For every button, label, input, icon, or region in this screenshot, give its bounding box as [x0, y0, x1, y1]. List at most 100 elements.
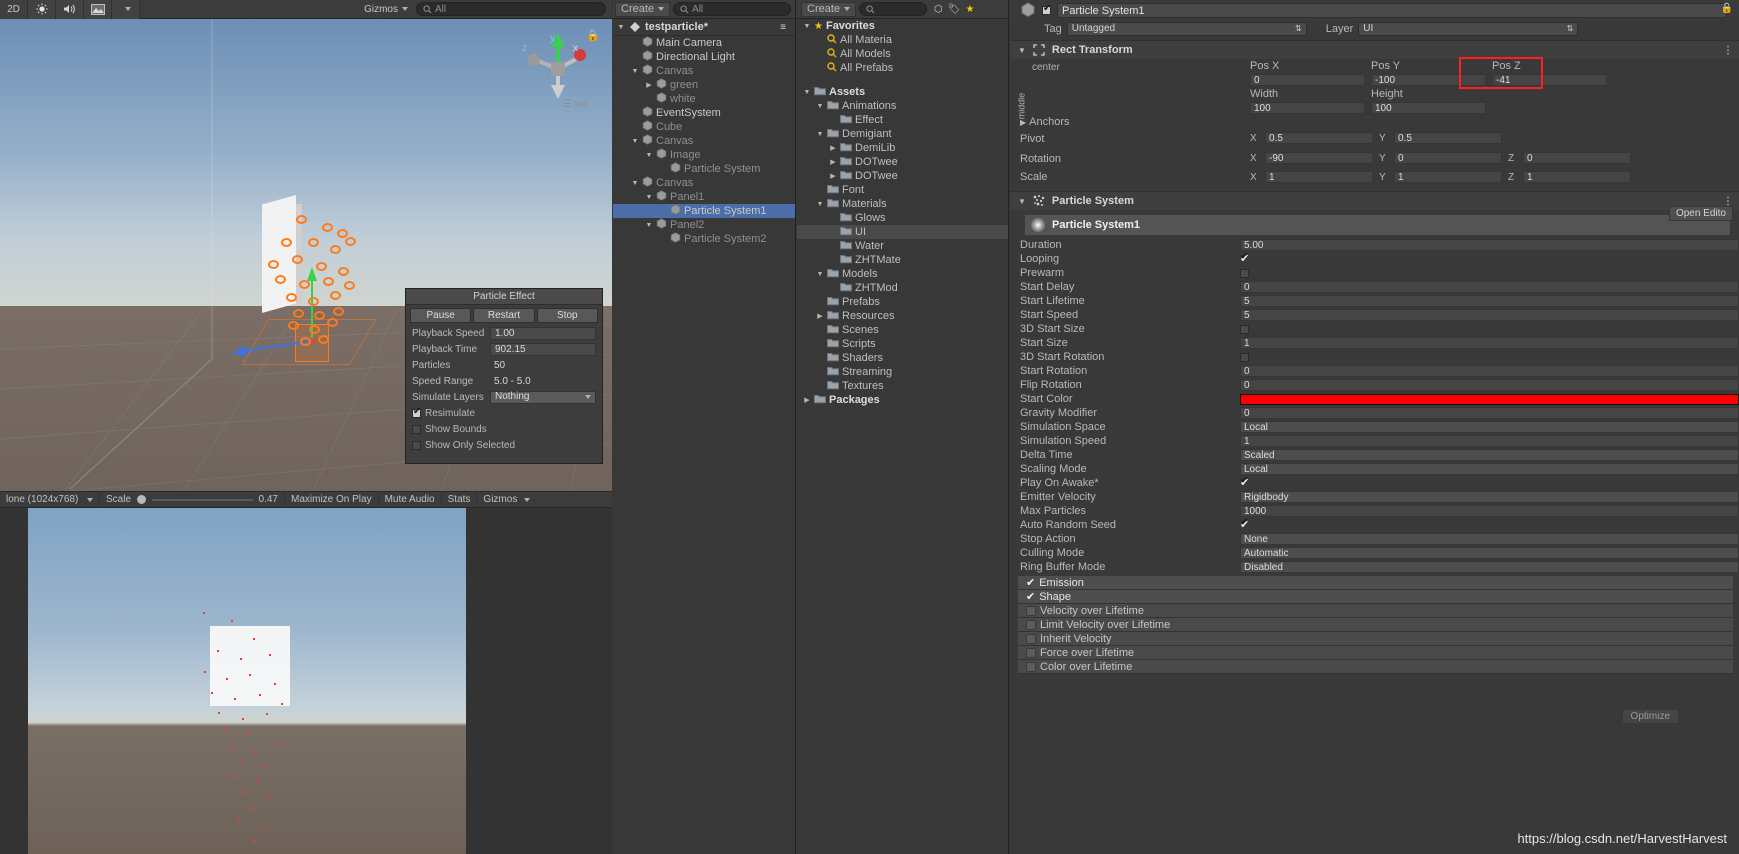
pivot-y-input[interactable]: 0.5 [1394, 132, 1502, 144]
particle-property-input[interactable]: 0 [1240, 281, 1739, 293]
project-tree-item[interactable]: ▼ ★ Favorites [797, 19, 1008, 33]
scale-slider-track[interactable] [152, 498, 253, 501]
project-tree-item[interactable]: ▶ DemiLib [797, 141, 1008, 155]
chevron-right-icon[interactable]: ▶ [829, 144, 837, 152]
particle-property-input[interactable]: 0 [1240, 365, 1739, 377]
scale-slider-handle[interactable] [137, 495, 147, 504]
rect-transform-header[interactable]: ▼ Rect Transform ⋮ [1010, 40, 1739, 59]
particle-module-checkbox[interactable] [1026, 605, 1036, 616]
rotation-y-input[interactable]: 0 [1394, 152, 1502, 164]
scene-fx-dropdown[interactable] [112, 0, 140, 19]
show-only-selected-checkbox[interactable] [412, 440, 421, 450]
project-tree-item[interactable]: ▼ Models [797, 267, 1008, 281]
particle-property-input[interactable]: 5.00 [1240, 239, 1739, 251]
particle-property-input[interactable]: 5 [1240, 309, 1739, 321]
project-tree-item[interactable]: UI [797, 225, 1008, 239]
project-tree-item[interactable]: Prefabs [797, 295, 1008, 309]
show-only-selected-row[interactable]: Show Only Selected [406, 437, 602, 453]
hierarchy-item[interactable]: EventSystem [613, 106, 795, 120]
particle-pause-button[interactable]: Pause [410, 308, 472, 323]
particle-module-row[interactable]: ✔ Shape [1018, 590, 1733, 604]
hierarchy-item[interactable]: Cube [613, 120, 795, 134]
particle-module-checkbox[interactable] [1026, 633, 1036, 644]
project-tree-item[interactable]: Shaders [797, 351, 1008, 365]
playback-speed-input[interactable]: 1.00 [490, 326, 596, 340]
hierarchy-item[interactable]: ▼ Panel1 [613, 190, 795, 204]
particle-property-dropdown[interactable]: Disabled [1240, 561, 1739, 573]
chevron-right-icon[interactable]: ▶ [1020, 118, 1026, 127]
width-input[interactable]: 100 [1250, 102, 1365, 114]
rect-transform-menu-icon[interactable]: ⋮ [1723, 45, 1733, 56]
hierarchy-item[interactable]: ▼ Canvas [613, 134, 795, 148]
particle-module-checkbox[interactable] [1026, 661, 1036, 672]
particle-module-title-bar[interactable]: Particle System1 [1024, 214, 1731, 236]
game-view[interactable]: 效果就是粒子在上面，反之在下面 [0, 508, 612, 854]
particle-property-checkbox[interactable] [1240, 352, 1249, 362]
project-tree-item[interactable]: ▶ DOTwee [797, 169, 1008, 183]
chevron-down-icon[interactable]: ▼ [645, 194, 653, 201]
project-tree-item[interactable]: ▼ Materials [797, 197, 1008, 211]
height-input[interactable]: 100 [1371, 102, 1486, 114]
particle-property-checkbox[interactable] [1240, 268, 1249, 278]
hierarchy-item[interactable]: Main Camera [613, 36, 795, 50]
particle-property-dropdown[interactable]: Local [1240, 421, 1739, 433]
particle-system-menu-icon[interactable]: ⋮ [1723, 196, 1733, 207]
particle-module-checkbox[interactable]: ✔ [1026, 590, 1035, 603]
project-tree-item[interactable]: Scripts [797, 337, 1008, 351]
project-tree-item[interactable]: Textures [797, 379, 1008, 393]
project-tree-item[interactable]: All Materia [797, 33, 1008, 47]
hierarchy-item[interactable]: ▼ Canvas [613, 64, 795, 78]
gameobject-enabled-checkbox[interactable] [1042, 3, 1051, 15]
particle-property-input[interactable]: 1000 [1240, 505, 1739, 517]
particle-property-dropdown[interactable]: Local [1240, 463, 1739, 475]
chevron-down-icon[interactable]: ▼ [1018, 46, 1026, 55]
rotation-z-input[interactable]: 0 [1523, 152, 1631, 164]
scene-lock-icon[interactable]: 🔒 [586, 29, 600, 42]
chevron-down-icon[interactable]: ▼ [1018, 197, 1026, 206]
particle-property-input[interactable]: 0 [1240, 407, 1739, 419]
particle-property-checkbox[interactable]: ✔ [1240, 517, 1249, 531]
layer-dropdown[interactable]: UI ⇅ [1358, 21, 1579, 36]
chevron-down-icon[interactable]: ▼ [617, 24, 625, 31]
particle-module-row[interactable]: Force over Lifetime [1018, 646, 1733, 660]
chevron-down-icon[interactable]: ▼ [645, 222, 653, 229]
chevron-down-icon[interactable]: ▼ [816, 131, 824, 138]
chevron-down-icon[interactable]: ▼ [631, 138, 639, 145]
project-tree-item[interactable]: All Prefabs [797, 61, 1008, 75]
particle-property-dropdown[interactable]: Scaled [1240, 449, 1739, 461]
show-bounds-row[interactable]: Show Bounds [406, 421, 602, 437]
hierarchy-item[interactable]: Particle System1 [613, 204, 795, 218]
particle-module-row[interactable]: Color over Lifetime [1018, 660, 1733, 674]
project-tree-item[interactable] [797, 75, 1008, 85]
start-color-swatch[interactable] [1240, 393, 1739, 405]
chevron-down-icon[interactable]: ▼ [645, 152, 653, 159]
hierarchy-search-input[interactable]: All [673, 2, 791, 16]
hierarchy-item[interactable]: Particle System2 [613, 232, 795, 246]
chevron-right-icon[interactable]: ▶ [829, 172, 837, 180]
scale-y-input[interactable]: 1 [1394, 171, 1502, 183]
scale-z-input[interactable]: 1 [1523, 171, 1631, 183]
hierarchy-item[interactable]: Particle System [613, 162, 795, 176]
particle-module-row[interactable]: ✔ Emission [1018, 576, 1733, 590]
resimulate-row[interactable]: Resimulate [406, 405, 602, 421]
project-tree-item[interactable]: ZHTMod [797, 281, 1008, 295]
chevron-right-icon[interactable]: ▶ [829, 158, 837, 166]
chevron-right-icon[interactable]: ▶ [816, 312, 824, 320]
chevron-right-icon[interactable]: ▶ [645, 81, 653, 89]
project-tree-item[interactable]: ▶ Resources [797, 309, 1008, 323]
scale-x-input[interactable]: 1 [1265, 171, 1373, 183]
particle-property-checkbox[interactable]: ✔ [1240, 251, 1249, 265]
chevron-down-icon[interactable]: ▼ [631, 68, 639, 75]
project-filter-label-icon[interactable]: 🏷 [948, 4, 961, 15]
project-tree-item[interactable]: ▼ Assets [797, 85, 1008, 99]
maximize-on-play-toggle[interactable]: Maximize On Play [285, 491, 379, 508]
particle-module-row[interactable]: Limit Velocity over Lifetime [1018, 618, 1733, 632]
project-tree-item[interactable]: Streaming [797, 365, 1008, 379]
project-tree-item[interactable]: Font [797, 183, 1008, 197]
scene-search-input[interactable]: All [416, 2, 606, 16]
particle-property-dropdown[interactable]: Automatic [1240, 547, 1739, 559]
chevron-down-icon[interactable]: ▼ [803, 23, 811, 30]
anchors-foldout[interactable]: ▶ Anchors [1020, 116, 1070, 128]
hierarchy-item[interactable]: ▼ Canvas [613, 176, 795, 190]
project-filter-type-icon[interactable]: ⬡ [934, 4, 943, 15]
